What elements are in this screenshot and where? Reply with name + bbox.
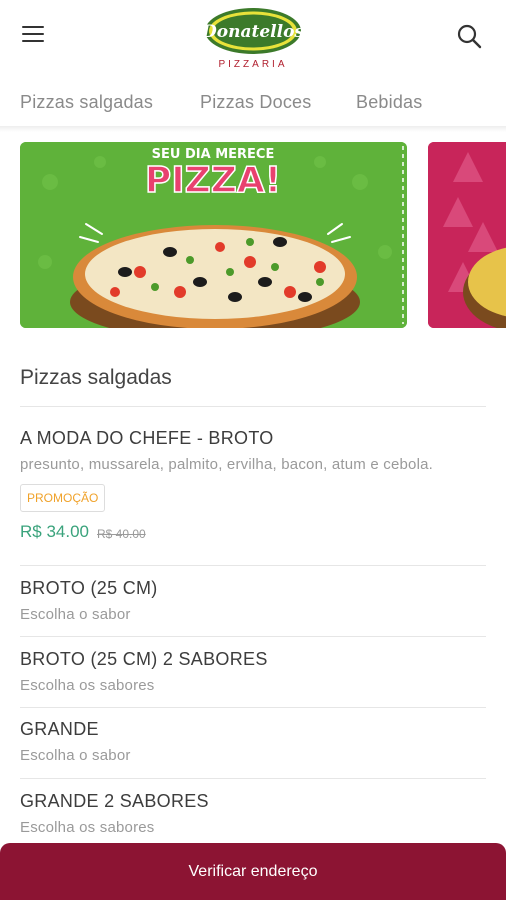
search-icon[interactable] [455, 22, 485, 52]
item-description: Escolha os sabores [20, 819, 155, 836]
tab-pizzas-doces[interactable]: Pizzas Doces [200, 92, 311, 113]
tab-pizzas-salgadas[interactable]: Pizzas salgadas [20, 92, 153, 113]
item-title: GRANDE [20, 719, 99, 739]
tabs-divider [0, 126, 506, 132]
item-description: Escolha o sabor [20, 747, 131, 764]
category-tabs: Pizzas salgadas Pizzas Doces Bebidas [0, 78, 506, 126]
verify-address-button[interactable]: Verificar endereço [0, 843, 506, 900]
item-title: BROTO (25 CM) 2 SABORES [20, 649, 268, 669]
top-app-bar: Donatellos PIZZARIA [0, 0, 506, 76]
section-divider [20, 406, 486, 407]
item-description: Escolha o sabor [20, 606, 131, 623]
item-title: BROTO (25 CM) [20, 578, 158, 598]
promo-banner-pizza[interactable]: SEU DIA MERECE PIZZA! [20, 142, 407, 328]
tab-bebidas[interactable]: Bebidas [356, 92, 422, 113]
item-old-price: R$ 40.00 [97, 527, 146, 541]
banner-headline: PIZZA! [145, 160, 281, 201]
promo-badge: PROMOÇÃO [20, 484, 106, 512]
item-price: R$ 34.00 [20, 522, 89, 541]
item-description: Escolha os sabores [20, 677, 155, 694]
section-title: Pizzas salgadas [20, 366, 172, 389]
donatellos-logo[interactable]: Donatellos PIZZARIA [201, 6, 304, 70]
svg-text:PIZZARIA: PIZZARIA [218, 59, 287, 70]
svg-text:Donatellos: Donatellos [203, 22, 303, 42]
menu-icon[interactable] [22, 26, 48, 46]
menu-item-broto-2-sabores[interactable] [0, 637, 506, 707]
promo-banner-secondary[interactable] [428, 142, 506, 328]
item-title: A MODA DO CHEFE - BROTO [20, 428, 274, 448]
item-description: presunto, mussarela, palmito, ervilha, b… [20, 456, 434, 473]
menu-item-broto[interactable] [0, 566, 506, 636]
item-title: GRANDE 2 SABORES [20, 791, 209, 811]
